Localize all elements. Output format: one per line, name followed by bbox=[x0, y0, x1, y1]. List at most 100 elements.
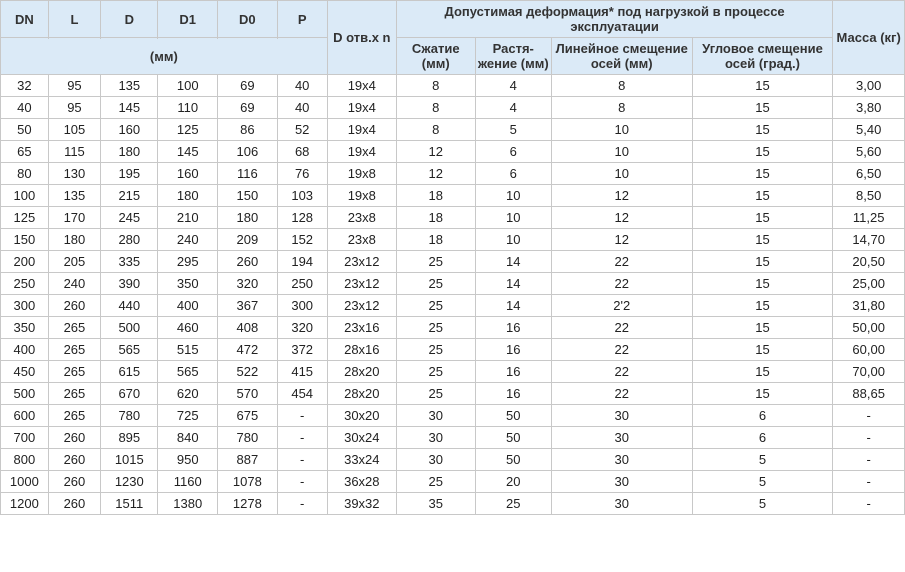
cell-mass: 25,00 bbox=[833, 273, 905, 295]
cell-sz: 12 bbox=[396, 163, 475, 185]
cell-dotv: 28x20 bbox=[327, 383, 396, 405]
cell-d: 1015 bbox=[101, 449, 158, 471]
cell-d: 280 bbox=[101, 229, 158, 251]
cell-dn: 40 bbox=[1, 97, 49, 119]
cell-p: 194 bbox=[277, 251, 327, 273]
cell-lin: 12 bbox=[551, 185, 692, 207]
cell-d0: 408 bbox=[218, 317, 278, 339]
cell-mass: 5,40 bbox=[833, 119, 905, 141]
cell-dn: 1000 bbox=[1, 471, 49, 493]
cell-rz: 50 bbox=[475, 405, 551, 427]
cell-d: 390 bbox=[101, 273, 158, 295]
cell-dn: 450 bbox=[1, 361, 49, 383]
cell-mass: 20,50 bbox=[833, 251, 905, 273]
cell-dotv: 19x4 bbox=[327, 119, 396, 141]
cell-d1: 240 bbox=[158, 229, 218, 251]
cell-l: 95 bbox=[48, 75, 100, 97]
cell-lin: 22 bbox=[551, 273, 692, 295]
cell-lin: 12 bbox=[551, 229, 692, 251]
cell-l: 265 bbox=[48, 339, 100, 361]
cell-mass: 6,50 bbox=[833, 163, 905, 185]
cell-dotv: 28x20 bbox=[327, 361, 396, 383]
cell-d1: 460 bbox=[158, 317, 218, 339]
cell-ug: 15 bbox=[692, 295, 833, 317]
cell-mass: 14,70 bbox=[833, 229, 905, 251]
cell-rz: 14 bbox=[475, 273, 551, 295]
cell-dotv: 23x12 bbox=[327, 295, 396, 317]
cell-l: 95 bbox=[48, 97, 100, 119]
cell-d1: 210 bbox=[158, 207, 218, 229]
cell-lin: 30 bbox=[551, 427, 692, 449]
table-row: 10013521518015010319x8181012158,50 bbox=[1, 185, 905, 207]
cell-l: 265 bbox=[48, 317, 100, 339]
cell-mass: - bbox=[833, 449, 905, 471]
cell-lin: 10 bbox=[551, 141, 692, 163]
cell-mass: 31,80 bbox=[833, 295, 905, 317]
cell-p: 152 bbox=[277, 229, 327, 251]
cell-sz: 30 bbox=[396, 449, 475, 471]
cell-d1: 400 bbox=[158, 295, 218, 317]
header-d0: D0 bbox=[218, 1, 278, 38]
cell-d: 215 bbox=[101, 185, 158, 207]
header-mm-unit: (мм) bbox=[1, 38, 328, 75]
cell-ug: 15 bbox=[692, 163, 833, 185]
cell-lin: 22 bbox=[551, 251, 692, 273]
cell-lin: 22 bbox=[551, 317, 692, 339]
cell-mass: 60,00 bbox=[833, 339, 905, 361]
cell-mass: 70,00 bbox=[833, 361, 905, 383]
cell-ug: 15 bbox=[692, 383, 833, 405]
cell-mass: 5,60 bbox=[833, 141, 905, 163]
cell-lin: 22 bbox=[551, 383, 692, 405]
cell-p: 128 bbox=[277, 207, 327, 229]
cell-d0: 570 bbox=[218, 383, 278, 405]
cell-l: 265 bbox=[48, 361, 100, 383]
cell-rz: 25 bbox=[475, 493, 551, 515]
cell-ug: 15 bbox=[692, 273, 833, 295]
cell-lin: 2'2 bbox=[551, 295, 692, 317]
cell-l: 170 bbox=[48, 207, 100, 229]
cell-l: 130 bbox=[48, 163, 100, 185]
cell-d1: 110 bbox=[158, 97, 218, 119]
cell-dn: 50 bbox=[1, 119, 49, 141]
cell-p: - bbox=[277, 471, 327, 493]
cell-sz: 35 bbox=[396, 493, 475, 515]
cell-dotv: 23x16 bbox=[327, 317, 396, 339]
cell-l: 260 bbox=[48, 295, 100, 317]
cell-mass: - bbox=[833, 405, 905, 427]
cell-d0: 887 bbox=[218, 449, 278, 471]
table-row: 12517024521018012823x81810121511,25 bbox=[1, 207, 905, 229]
table-row: 3295135100694019x4848153,00 bbox=[1, 75, 905, 97]
cell-lin: 30 bbox=[551, 493, 692, 515]
cell-d: 195 bbox=[101, 163, 158, 185]
cell-mass: 3,80 bbox=[833, 97, 905, 119]
cell-ug: 15 bbox=[692, 97, 833, 119]
cell-mass: - bbox=[833, 471, 905, 493]
cell-sz: 25 bbox=[396, 339, 475, 361]
cell-dn: 600 bbox=[1, 405, 49, 427]
cell-d: 135 bbox=[101, 75, 158, 97]
cell-dotv: 39x32 bbox=[327, 493, 396, 515]
cell-l: 260 bbox=[48, 427, 100, 449]
cell-dn: 300 bbox=[1, 295, 49, 317]
cell-rz: 4 bbox=[475, 97, 551, 119]
cell-d0: 1078 bbox=[218, 471, 278, 493]
cell-l: 265 bbox=[48, 405, 100, 427]
cell-sz: 8 bbox=[396, 119, 475, 141]
table-row: 50105160125865219x48510155,40 bbox=[1, 119, 905, 141]
cell-rz: 6 bbox=[475, 163, 551, 185]
cell-d: 335 bbox=[101, 251, 158, 273]
cell-dotv: 23x12 bbox=[327, 273, 396, 295]
cell-rz: 10 bbox=[475, 229, 551, 251]
cell-p: 300 bbox=[277, 295, 327, 317]
cell-d0: 1278 bbox=[218, 493, 278, 515]
cell-p: 40 bbox=[277, 75, 327, 97]
spec-table: DN L D D1 D0 P D отв.x n Допустимая дефо… bbox=[0, 0, 905, 515]
cell-rz: 50 bbox=[475, 449, 551, 471]
cell-sz: 18 bbox=[396, 185, 475, 207]
header-d1: D1 bbox=[158, 1, 218, 38]
cell-p: - bbox=[277, 405, 327, 427]
cell-d: 1511 bbox=[101, 493, 158, 515]
cell-mass: 50,00 bbox=[833, 317, 905, 339]
cell-ug: 15 bbox=[692, 339, 833, 361]
cell-d: 500 bbox=[101, 317, 158, 339]
